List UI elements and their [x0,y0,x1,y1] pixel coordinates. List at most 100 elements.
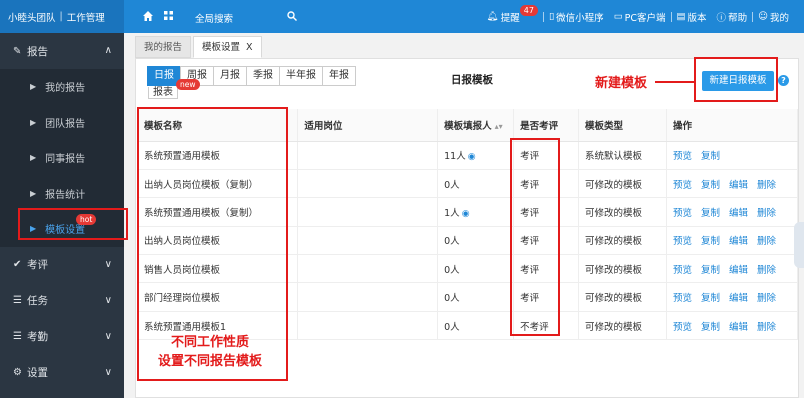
delete-link[interactable]: 删除 [757,180,776,191]
actions-cell: 预览 复制 [666,141,799,170]
actions-cell: 预览 复制 编辑 删除 [666,226,799,256]
delete-link[interactable]: 删除 [757,293,776,304]
sidebar-group-settings[interactable]: ⚙ 设置 ∨ [0,355,124,391]
copy-link[interactable]: 复制 [701,293,720,304]
period-report-sheet[interactable]: 报表 [148,87,178,99]
close-icon[interactable]: X [246,42,253,53]
sidebar-group-evaluation[interactable]: ✔ 考评 ∨ [0,247,124,283]
copy-link[interactable]: 复制 [701,180,720,191]
sort-icon[interactable]: ▴▾ [495,122,503,131]
search-icon[interactable] [287,11,297,24]
sidebar-item-colleague-reports[interactable]: ▶ 同事报告 [0,140,124,176]
hot-badge: hot [76,214,97,225]
delete-link[interactable]: 删除 [757,208,776,219]
caret-right-icon: ▶ [30,224,37,234]
sidebar-group-tasks[interactable]: ☰ 任务 ∨ [0,283,124,319]
copy-link[interactable]: 复制 [701,151,720,162]
tab-label: 我的报告 [144,42,183,53]
list-icon: ☰ [13,331,22,342]
new-daily-template-button[interactable]: 新建日报模板 [702,71,774,91]
col-actions: 操作 [666,109,799,142]
delete-link[interactable]: 删除 [757,236,776,247]
brand-section: 工作管理 [66,12,105,24]
pc-client-button[interactable]: ▭ PC客户端 [609,10,671,24]
edit-link[interactable]: 编辑 [729,322,748,333]
phone-icon: ▯ [548,11,555,22]
applicable-post [297,226,439,256]
edit-link[interactable]: 编辑 [729,180,748,191]
delete-link[interactable]: 删除 [757,322,776,333]
edit-link[interactable]: 编辑 [729,293,748,304]
fillers-count: 0人 [444,179,460,191]
delete-link[interactable]: 删除 [757,265,776,276]
evaluation-status: 考评 [513,254,580,284]
copy-link[interactable]: 复制 [701,208,720,219]
sidebar-item-team-reports[interactable]: ▶ 团队报告 [0,105,124,141]
preview-link[interactable]: 预览 [673,236,692,247]
sidebar-item-report-stats[interactable]: ▶ 报告统计 [0,176,124,212]
template-type: 可修改的模板 [578,169,667,199]
fillers-count: 0人 [444,236,460,248]
fillers-count: 1人 [444,207,460,219]
edit-link[interactable]: 编辑 [729,236,748,247]
sidebar-item-label: 我的报告 [45,83,86,95]
reminder-button[interactable]: 🔔︎ 提醒 47 [482,5,543,24]
new-badge: new [176,79,200,90]
preview-link[interactable]: 预览 [673,208,692,219]
period-yearly[interactable]: 年报 [322,66,356,86]
sidebar-item-label: 团队报告 [45,118,86,130]
applicable-post [297,169,439,199]
tab-template-settings[interactable]: 模板设置 X [193,36,262,58]
sidebar-item-my-reports[interactable]: ▶ 我的报告 [0,69,124,105]
help-button[interactable]: ⓘ 帮助 [712,10,753,24]
period-monthly[interactable]: 月报 [213,66,247,86]
tab-my-reports[interactable]: 我的报告 [135,36,192,58]
monitor-icon: ▭ [613,11,623,22]
sidebar-group-report[interactable]: ✎ 报告 ∧ [0,33,124,69]
chevron-down-icon: ∨ [104,366,112,378]
evaluation-status: 考评 [513,282,580,312]
applicable-post [297,311,439,341]
eye-icon[interactable]: ◉ [462,209,470,219]
help-icon[interactable]: ? [778,75,789,86]
brand-separator: | [59,11,63,22]
edit-link[interactable]: 编辑 [729,208,748,219]
copy-link[interactable]: 复制 [701,265,720,276]
preview-link[interactable]: 预览 [673,293,692,304]
table-row: 部门经理岗位模板 0人 考评 可修改的模板 预览 复制 编辑 删除 [138,282,799,312]
col-fillers[interactable]: 模板填报人 ▴▾ [437,109,515,142]
period-half-year[interactable]: 半年报 [279,66,323,86]
brand-team: 小睦头团队 [8,12,56,24]
template-type: 可修改的模板 [578,254,667,284]
sidebar-group-attendance[interactable]: ☰ 考勤 ∨ [0,319,124,355]
user-icon: ☺ [758,11,768,22]
copy-link[interactable]: 复制 [701,322,720,333]
caret-right-icon: ▶ [30,117,37,127]
annotation-line-2: 设置不同报告模板 [157,354,262,369]
period-quarterly[interactable]: 季报 [246,66,280,86]
document-icon: ▤ [676,11,686,22]
fillers-cell: 0人 [437,311,515,341]
version-button[interactable]: ▤ 版本 [672,10,712,24]
eye-icon[interactable]: ◉ [468,152,476,162]
edit-link[interactable]: 编辑 [729,265,748,276]
preview-link[interactable]: 预览 [673,180,692,191]
copy-link[interactable]: 复制 [701,236,720,247]
caret-right-icon: ▶ [30,153,37,163]
sidebar-item-label: 同事报告 [45,154,86,166]
evaluation-status: 考评 [513,226,580,256]
mini-program-button[interactable]: ▯ 微信小程序 [544,10,609,24]
template-type: 系统默认模板 [578,141,667,170]
floating-widget-edge[interactable] [794,222,804,268]
preview-link[interactable]: 预览 [673,265,692,276]
apps-grid-icon[interactable] [164,11,173,23]
applicable-post [297,197,439,227]
sidebar-item-template-settings[interactable]: ▶ 模板设置 hot [0,211,124,247]
home-icon[interactable] [143,11,153,24]
report-submenu: ▶ 我的报告 ▶ 团队报告 ▶ 同事报告 ▶ 报告统计 ▶ 模板设置 hot [0,69,124,247]
fillers-cell: 0人 [437,169,515,199]
global-search-label[interactable]: 全局搜索 [195,11,233,25]
mine-button[interactable]: ☺ 我的 [753,10,794,24]
preview-link[interactable]: 预览 [673,151,692,162]
preview-link[interactable]: 预览 [673,322,692,333]
